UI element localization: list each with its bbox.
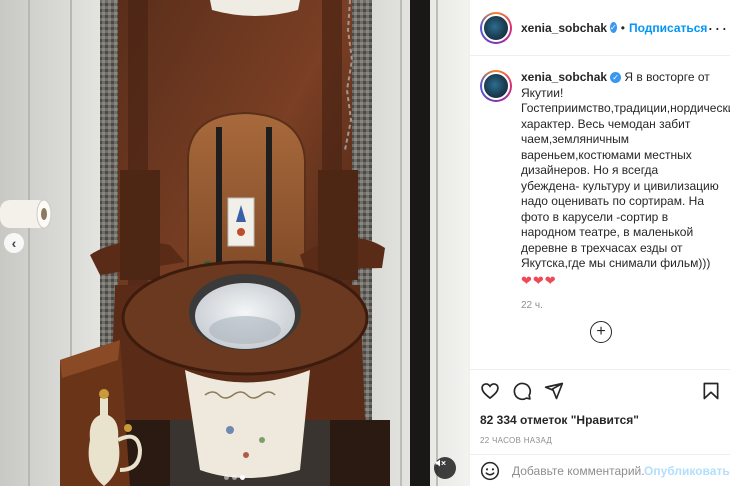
avatar-image xyxy=(482,13,510,42)
comment-input[interactable] xyxy=(512,463,644,478)
likes-number: 82 334 xyxy=(480,413,517,427)
carousel-dot xyxy=(232,475,237,480)
avatar[interactable] xyxy=(480,11,512,44)
caption-text: Я в восторге от Якутии! Гостеприимство,т… xyxy=(521,70,730,270)
publish-button[interactable]: Опубликовать xyxy=(644,464,730,478)
separator: • xyxy=(620,20,625,35)
likes-count[interactable]: 82 334 отметок "Нравится" xyxy=(480,413,721,427)
comment-time[interactable]: 22 ч. xyxy=(521,298,719,314)
comment-button[interactable] xyxy=(512,381,532,401)
follow-button[interactable]: Подписаться xyxy=(629,21,707,35)
chevron-left-icon: ‹ xyxy=(11,235,17,251)
post-header: xenia_sobchak ✓ • Подписаться ··· xyxy=(470,0,730,56)
post-actions: 82 334 отметок "Нравится" 22 ЧАСОВ НАЗАД xyxy=(470,369,730,445)
post-media[interactable]: ‹ xyxy=(0,0,469,486)
likes-suffix: отметок "Нравится" xyxy=(520,413,639,427)
share-button[interactable] xyxy=(544,381,564,401)
caption-comment: xenia_sobchak ✓ Я в восторге от Якутии! Г… xyxy=(470,56,730,314)
carousel-dot xyxy=(224,475,229,480)
hearts-emoji: ❤❤❤ xyxy=(521,272,557,288)
post-photo xyxy=(0,0,469,486)
save-button[interactable] xyxy=(701,381,721,401)
post-sidebar: xenia_sobchak ✓ • Подписаться ··· xenia_… xyxy=(469,0,730,486)
like-button[interactable] xyxy=(480,381,500,401)
verified-badge-icon: ✓ xyxy=(610,22,617,33)
emoji-button[interactable] xyxy=(480,461,500,481)
load-more-comments-button[interactable]: + xyxy=(590,321,612,343)
caption-username-link[interactable]: xenia_sobchak xyxy=(521,70,607,84)
more-options-icon[interactable]: ··· xyxy=(707,19,728,37)
avatar[interactable] xyxy=(480,70,512,102)
verified-badge-icon: ✓ xyxy=(610,72,622,84)
action-icons xyxy=(480,379,721,403)
add-comment-form: Опубликовать xyxy=(470,454,730,486)
carousel-prev-button[interactable]: ‹ xyxy=(4,233,24,253)
emoji-icon xyxy=(480,461,500,480)
instagram-post-modal: ‹ xenia_sobchak ✓ • Подписаться ··· xeni… xyxy=(0,0,730,486)
bookmark-icon xyxy=(703,382,719,400)
caption: xenia_sobchak ✓ Я в восторге от Якутии! Г… xyxy=(521,70,730,314)
carousel-dot-active xyxy=(240,475,245,480)
mute-button[interactable] xyxy=(434,457,456,479)
comment-icon xyxy=(513,382,532,401)
plus-circle-icon: + xyxy=(596,323,606,340)
mute-icon xyxy=(435,459,446,467)
post-date[interactable]: 22 ЧАСОВ НАЗАД xyxy=(480,436,721,445)
carousel-indicator xyxy=(224,475,245,480)
heart-icon xyxy=(481,383,499,400)
share-icon xyxy=(544,382,564,400)
username-link[interactable]: xenia_sobchak xyxy=(521,21,607,35)
avatar-image xyxy=(482,72,510,100)
